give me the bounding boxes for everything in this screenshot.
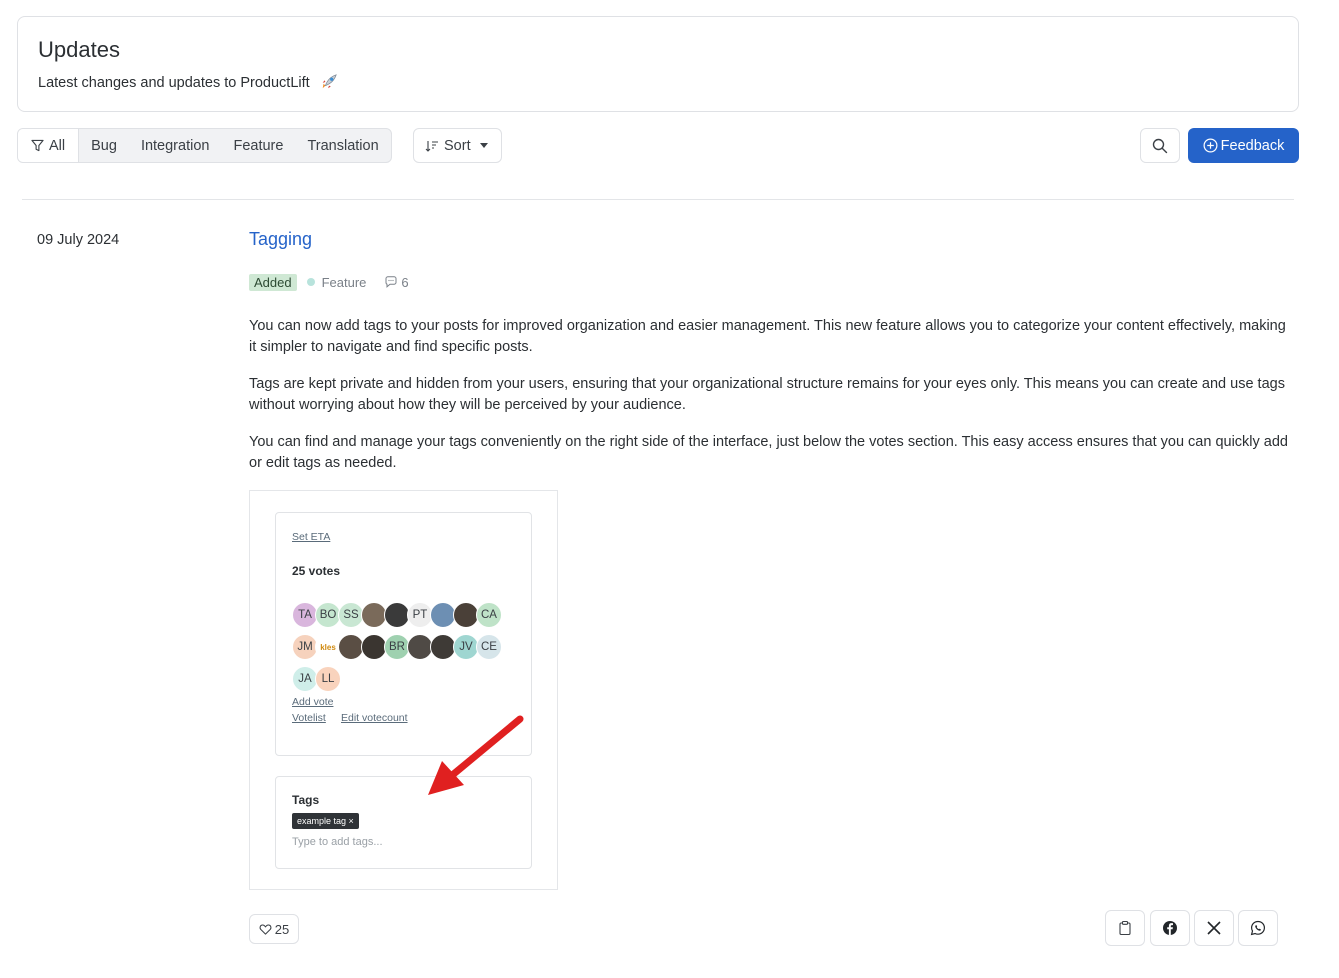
filter-all-label: All bbox=[49, 137, 66, 154]
avatar: CA bbox=[476, 602, 502, 628]
tag-chip: example tag × bbox=[292, 813, 359, 829]
filter-all[interactable]: All bbox=[18, 129, 80, 162]
search-icon bbox=[1152, 138, 1168, 153]
post-image[interactable]: Set ETA 25 votes TA BO SS PT CA JM kles BR JV CE J… bbox=[249, 490, 558, 890]
comment-count[interactable]: 6 bbox=[384, 274, 409, 290]
chevron-down-icon bbox=[479, 143, 488, 148]
post-paragraph: Tags are kept private and hidden from yo… bbox=[249, 376, 1285, 413]
post-paragraph: You can find and manage your tags conven… bbox=[249, 434, 1288, 471]
post-category[interactable]: Feature bbox=[322, 275, 367, 290]
post-title-link[interactable]: Tagging bbox=[249, 229, 312, 250]
category-filter-group: All Bug Integration Feature Translation bbox=[17, 128, 392, 163]
filter-bug[interactable]: Bug bbox=[79, 129, 129, 162]
divider bbox=[22, 199, 1294, 200]
page-title: Updates bbox=[38, 37, 120, 62]
share-facebook-button[interactable] bbox=[1150, 910, 1190, 946]
page-subtitle-text: Latest changes and updates to ProductLif… bbox=[38, 75, 310, 91]
facebook-icon bbox=[1163, 921, 1177, 935]
feedback-label: Feedback bbox=[1220, 137, 1285, 154]
red-arrow-icon bbox=[428, 715, 524, 795]
edit-votecount-link: Edit votecount bbox=[341, 712, 408, 724]
share-x-button[interactable] bbox=[1194, 910, 1234, 946]
votelist-link: Votelist bbox=[292, 712, 326, 724]
post-date: 09 July 2024 bbox=[37, 232, 120, 248]
clipboard-icon bbox=[1119, 920, 1131, 936]
page-subtitle: Latest changes and updates to ProductLif… bbox=[38, 73, 338, 91]
copy-link-button[interactable] bbox=[1105, 910, 1145, 946]
like-button[interactable]: 25 bbox=[249, 914, 299, 944]
like-count: 25 bbox=[274, 921, 290, 937]
sort-dropdown[interactable]: Sort bbox=[413, 128, 502, 163]
tag-input-placeholder: Type to add tags... bbox=[292, 836, 383, 848]
post-paragraph: You can now add tags to your posts for i… bbox=[249, 318, 1286, 355]
add-vote-link: Add vote bbox=[292, 696, 334, 708]
feedback-button[interactable]: Feedback bbox=[1188, 128, 1299, 163]
category-dot bbox=[306, 278, 315, 286]
share-whatsapp-button[interactable] bbox=[1238, 910, 1278, 946]
voter-avatars: TA BO SS PT CA JM kles BR JV CE JA LL bbox=[292, 599, 522, 695]
sort-icon bbox=[425, 140, 438, 152]
avatar-row: JM kles BR JV CE bbox=[292, 631, 522, 663]
comment-count-value: 6 bbox=[401, 274, 409, 290]
rocket-icon bbox=[322, 74, 337, 89]
filter-feature[interactable]: Feature bbox=[221, 129, 295, 162]
comment-icon bbox=[385, 276, 397, 288]
votes-count: 25 votes bbox=[292, 564, 341, 578]
filter-integration[interactable]: Integration bbox=[129, 129, 222, 162]
avatar-row: TA BO SS PT CA bbox=[292, 599, 522, 631]
tags-title: Tags bbox=[292, 793, 320, 807]
status-badge: Added bbox=[249, 273, 297, 291]
filter-icon bbox=[31, 139, 44, 152]
post-body: You can now add tags to your posts for i… bbox=[249, 316, 1289, 490]
sort-label: Sort bbox=[444, 137, 471, 154]
whatsapp-icon bbox=[1250, 920, 1266, 936]
avatar-row: JA LL bbox=[292, 663, 522, 695]
set-eta-link: Set ETA bbox=[292, 531, 331, 543]
avatar: CE bbox=[476, 634, 502, 660]
plus-circle-icon bbox=[1203, 138, 1218, 153]
search-button[interactable] bbox=[1140, 128, 1180, 163]
header-card: Updates Latest changes and updates to Pr… bbox=[17, 16, 1299, 112]
avatar: LL bbox=[315, 666, 341, 692]
x-icon bbox=[1207, 921, 1221, 935]
filter-translation[interactable]: Translation bbox=[295, 129, 390, 162]
heart-icon bbox=[259, 924, 272, 935]
post-meta: Added Feature 6 bbox=[249, 273, 409, 291]
